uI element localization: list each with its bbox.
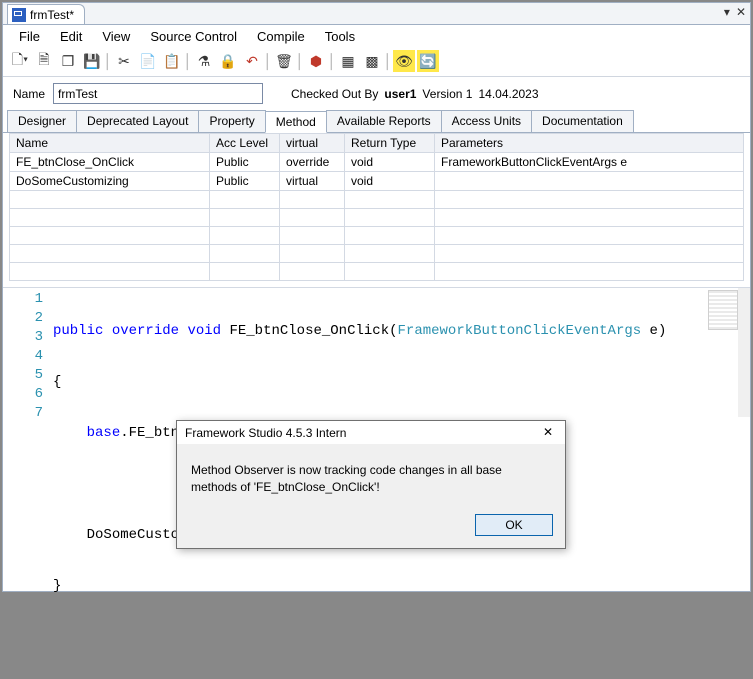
document-tab[interactable]: frmTest*: [7, 4, 85, 24]
message-dialog: Framework Studio 4.5.3 Intern ✕ Method O…: [176, 420, 566, 549]
tab-property[interactable]: Property: [198, 110, 265, 132]
line-number: 1: [3, 290, 43, 309]
name-row: Name Checked Out By user1 Version 1 14.0…: [3, 77, 750, 110]
table-row[interactable]: FE_btnClose_OnClick Public override void…: [10, 153, 744, 172]
tab-deprecated-layout[interactable]: Deprecated Layout: [76, 110, 199, 132]
menu-tools[interactable]: Tools: [317, 27, 363, 46]
ok-button[interactable]: OK: [475, 514, 553, 536]
refresh-observe-icon[interactable]: 🔄: [417, 50, 439, 72]
lock-icon[interactable]: 🔒: [217, 50, 239, 72]
toolbar: 🗋▾ 🗎 ❐ 💾 │ ✂ 📄 📋 │ ⚗ 🔒 ↶ │ 🗑 │ ⬢ │ ▦ ▩ │…: [3, 48, 750, 77]
tab-strip: Designer Deprecated Layout Property Meth…: [3, 110, 750, 133]
table-row[interactable]: [10, 263, 744, 281]
copy-doc-icon[interactable]: ❐: [57, 50, 79, 72]
col-parameters[interactable]: Parameters: [435, 134, 744, 153]
menu-compile[interactable]: Compile: [249, 27, 313, 46]
col-virtual[interactable]: virtual: [280, 134, 345, 153]
table-row[interactable]: [10, 245, 744, 263]
menu-source-control[interactable]: Source Control: [142, 27, 245, 46]
save-icon[interactable]: 💾: [81, 50, 103, 72]
form-icon: [12, 8, 26, 22]
tab-designer[interactable]: Designer: [7, 110, 77, 132]
line-number: 6: [3, 385, 43, 404]
col-name[interactable]: Name: [10, 134, 210, 153]
table-row[interactable]: [10, 209, 744, 227]
table-row[interactable]: [10, 191, 744, 209]
code-body[interactable]: public override void FE_btnClose_OnClick…: [53, 288, 666, 417]
separator: │: [105, 50, 111, 72]
line-gutter: 1 2 3 4 5 6 7: [3, 288, 53, 417]
copy-icon[interactable]: 📄: [137, 50, 159, 72]
wizard-icon[interactable]: ⚗: [193, 50, 215, 72]
line-number: 7: [3, 404, 43, 423]
vertical-scrollbar[interactable]: [738, 288, 750, 417]
tab-available-reports[interactable]: Available Reports: [326, 110, 442, 132]
tool-b-icon[interactable]: ▩: [361, 50, 383, 72]
cell: [435, 172, 744, 191]
separator: │: [385, 50, 391, 72]
separator: │: [297, 50, 303, 72]
line-number: 5: [3, 366, 43, 385]
dialog-title: Framework Studio 4.5.3 Intern: [185, 426, 346, 440]
code-editor[interactable]: 1 2 3 4 5 6 7 public override void FE_bt…: [3, 287, 750, 417]
cell: virtual: [280, 172, 345, 191]
name-input[interactable]: [53, 83, 263, 104]
method-grid[interactable]: Name Acc Level virtual Return Type Param…: [9, 133, 744, 281]
debug-icon[interactable]: ⬢: [305, 50, 327, 72]
cut-icon[interactable]: ✂: [113, 50, 135, 72]
col-return-type[interactable]: Return Type: [345, 134, 435, 153]
tab-method[interactable]: Method: [265, 111, 327, 133]
document-tab-row: frmTest* ▾ ✕: [3, 3, 750, 25]
cell: FrameworkButtonClickEventArgs e: [435, 153, 744, 172]
paste-icon[interactable]: 📋: [161, 50, 183, 72]
menu-file[interactable]: File: [11, 27, 48, 46]
cell: override: [280, 153, 345, 172]
close-icon[interactable]: ✕: [736, 5, 746, 19]
dialog-body: Method Observer is now tracking code cha…: [177, 444, 565, 506]
menu-edit[interactable]: Edit: [52, 27, 90, 46]
dialog-close-icon[interactable]: ✕: [539, 425, 557, 440]
col-acc-level[interactable]: Acc Level: [210, 134, 280, 153]
version-label: Version 1: [422, 87, 472, 101]
tab-access-units[interactable]: Access Units: [441, 110, 532, 132]
document-tab-title: frmTest*: [30, 8, 74, 22]
undo-icon[interactable]: ↶: [241, 50, 263, 72]
cell: FE_btnClose_OnClick: [10, 153, 210, 172]
cell: Public: [210, 172, 280, 191]
separator: │: [265, 50, 271, 72]
grid-header-row: Name Acc Level virtual Return Type Param…: [10, 134, 744, 153]
line-number: 2: [3, 309, 43, 328]
name-label: Name: [13, 87, 45, 101]
line-number: 3: [3, 328, 43, 347]
cell: Public: [210, 153, 280, 172]
delete-icon[interactable]: 🗑: [273, 50, 295, 72]
cell: void: [345, 153, 435, 172]
cell: DoSomeCustomizing: [10, 172, 210, 191]
dropdown-icon[interactable]: ▾: [724, 5, 730, 19]
checkedout-label: Checked Out By: [291, 87, 378, 101]
cell: void: [345, 172, 435, 191]
observe-icon[interactable]: 👁: [393, 50, 415, 72]
table-row[interactable]: DoSomeCustomizing Public virtual void: [10, 172, 744, 191]
new-icon[interactable]: 🗋▾: [9, 50, 31, 72]
separator: │: [329, 50, 335, 72]
tab-documentation[interactable]: Documentation: [531, 110, 634, 132]
doc-icon[interactable]: 🗎: [33, 50, 55, 72]
table-row[interactable]: [10, 227, 744, 245]
minimap[interactable]: [708, 290, 738, 330]
version-date: 14.04.2023: [478, 87, 538, 101]
separator: │: [185, 50, 191, 72]
tool-a-icon[interactable]: ▦: [337, 50, 359, 72]
line-number: 4: [3, 347, 43, 366]
menu-view[interactable]: View: [94, 27, 138, 46]
checkedout-user: user1: [384, 87, 416, 101]
menu-bar: File Edit View Source Control Compile To…: [3, 25, 750, 48]
